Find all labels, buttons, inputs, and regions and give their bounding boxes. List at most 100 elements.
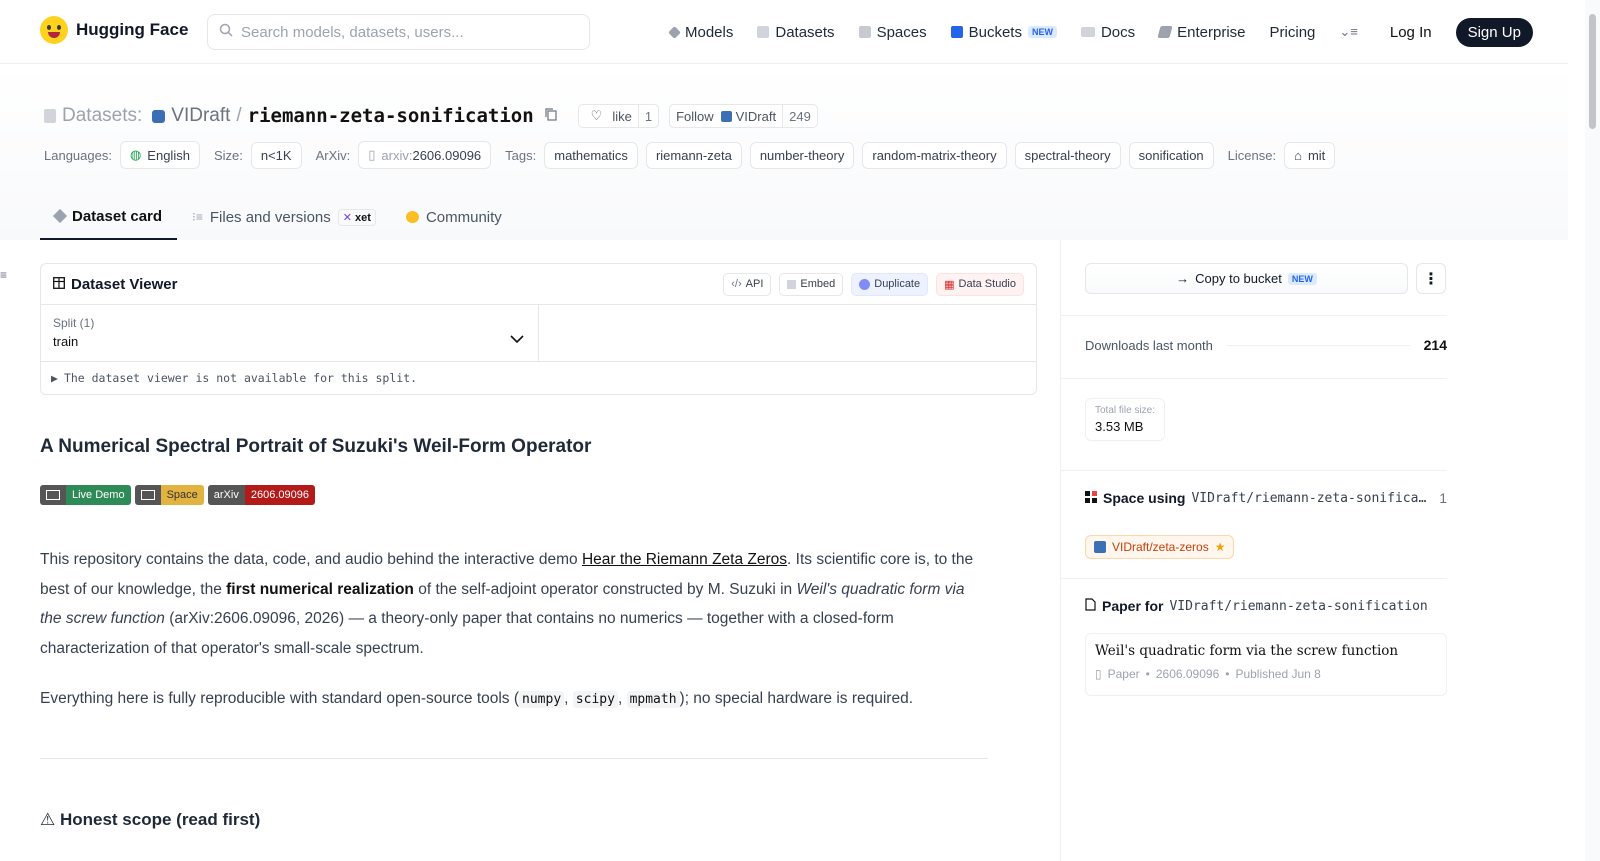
api-button[interactable]: ‹/› API: [723, 272, 772, 296]
data-studio-button[interactable]: ▦ Data Studio: [936, 272, 1024, 296]
size-value: n<1K: [260, 147, 292, 163]
tab-dataset-card-label: Dataset card: [72, 207, 163, 225]
demo-link[interactable]: Hear the Riemann Zeta Zeros: [582, 551, 787, 568]
kebab-menu-icon: ⋮: [1423, 270, 1439, 288]
space-badge[interactable]: Space: [134, 485, 204, 505]
nav-enterprise[interactable]: Enterprise: [1157, 24, 1246, 41]
search-box[interactable]: [207, 14, 590, 50]
license-label: License:: [1227, 147, 1277, 163]
data-studio-label: Data Studio: [958, 278, 1016, 290]
copy-icon[interactable]: [544, 105, 558, 127]
split-value: train: [53, 334, 79, 349]
tag-chip[interactable]: mathematics: [544, 141, 638, 169]
spaces-grid-icon: [1085, 490, 1097, 506]
breadcrumb-namespace[interactable]: VIDraft: [171, 105, 230, 127]
license-tag[interactable]: ⌂ mit: [1284, 141, 1336, 169]
models-icon: [668, 25, 681, 39]
arxiv-prefix: arxiv:: [381, 147, 413, 163]
viewer-unavailable-note[interactable]: ▶ The dataset viewer is not available fo…: [41, 362, 1036, 394]
arxiv-tag[interactable]: ▯ arxiv: 2606.09096: [358, 141, 492, 169]
p2-text-a: Everything here is fully reproducible wi…: [40, 690, 520, 707]
arxiv-badge[interactable]: arXiv 2606.09096: [207, 485, 315, 505]
tag-chip[interactable]: random-matrix-theory: [862, 141, 1007, 169]
duplicate-icon: [859, 278, 871, 290]
copy-to-bucket-button[interactable]: → Copy to bucket NEW: [1085, 263, 1408, 294]
buckets-icon: [950, 26, 963, 38]
code-scipy: scipy: [572, 691, 618, 708]
like-button[interactable]: ♡ like 1: [577, 104, 660, 128]
size-tag[interactable]: n<1K: [250, 141, 302, 169]
embed-button[interactable]: Embed: [779, 272, 844, 296]
reproducibility-paragraph: Everything here is fully reproducible wi…: [40, 684, 988, 715]
repo-header: Datasets: VIDraft / riemann-zeta-sonific…: [0, 64, 1568, 240]
nav-models[interactable]: Models: [668, 23, 734, 41]
nav-docs[interactable]: Docs: [1080, 24, 1135, 41]
sidebar-divider: [1061, 578, 1447, 579]
tag-chip[interactable]: number-theory: [749, 141, 855, 169]
nav-pricing[interactable]: Pricing: [1270, 24, 1316, 41]
duplicate-label: Duplicate: [874, 278, 921, 290]
duplicate-button[interactable]: Duplicate: [851, 272, 929, 296]
section-divider: [40, 758, 988, 759]
scrollbar-thumb[interactable]: [1589, 14, 1596, 129]
page-scrollbar[interactable]: [1585, 0, 1600, 861]
nav-models-label: Models: [685, 23, 734, 41]
search-input[interactable]: [241, 23, 561, 41]
repo-tabs: Dataset card ⁝≡ Files and versions ✕ xet C…: [40, 194, 517, 240]
card-title: A Numerical Spectral Portrait of Suzuki'…: [40, 436, 592, 457]
file-size-label: Total file size:: [1095, 405, 1156, 416]
nav-datasets[interactable]: Datasets: [757, 24, 835, 41]
follow-button[interactable]: Follow VIDraft 249: [669, 104, 818, 128]
space-icon: [140, 490, 155, 500]
tag-chip[interactable]: sonification: [1128, 141, 1214, 169]
sidebar-divider: [1061, 315, 1447, 316]
brand-logo[interactable]: Hugging Face: [40, 16, 188, 44]
nav-buckets[interactable]: Buckets NEW: [950, 24, 1057, 41]
viewer-header: Dataset Viewer ‹/› API Embed Duplicate ▦ D…: [41, 264, 1036, 305]
metadata-row: Languages: ◍ English Size: n<1K ArXiv: ▯ a…: [44, 141, 1336, 169]
space-avatar-icon: [1094, 541, 1106, 553]
p1-text-d: (arXiv:2606.09096, 2026) — a theory-only…: [40, 610, 894, 657]
paper-for-heading: Paper for VIDraft/riemann-zeta-sonificat…: [1085, 598, 1428, 614]
sidebar-divider: [1061, 378, 1447, 379]
tab-community[interactable]: Community: [391, 194, 517, 240]
tab-dataset-card[interactable]: Dataset card: [40, 194, 178, 240]
breadcrumb: Datasets: VIDraft / riemann-zeta-sonific…: [44, 104, 818, 128]
license-value: mit: [1307, 147, 1326, 163]
live-demo-icon: [46, 490, 60, 500]
star-icon: ★: [1214, 540, 1226, 554]
nav-spaces-label: Spaces: [876, 23, 927, 41]
license-icon: ⌂: [1294, 147, 1302, 163]
live-demo-badge[interactable]: Live Demo: [40, 485, 131, 505]
p2-sep-2: ,: [617, 690, 627, 707]
languages-label: Languages:: [44, 147, 112, 163]
p1-text-a: This repository contains the data, code,…: [40, 551, 582, 568]
dot-separator: •: [1225, 667, 1230, 681]
space-count: 1: [1439, 490, 1447, 506]
heart-icon: ♡: [590, 108, 603, 123]
language-tag[interactable]: ◍ English: [119, 141, 200, 169]
chevron-down-icon: [510, 331, 524, 349]
tab-files-label: Files and versions: [209, 208, 331, 226]
new-badge: NEW: [1027, 26, 1057, 38]
live-demo-label: Live Demo: [66, 485, 131, 505]
embed-label: Embed: [800, 278, 836, 290]
more-menu-button[interactable]: ⌄≡: [1339, 24, 1357, 40]
downloads-sparkline: [1226, 344, 1410, 346]
signup-button[interactable]: Sign Up: [1455, 17, 1533, 47]
tag-chip[interactable]: spectral-theory: [1014, 141, 1121, 169]
split-selector[interactable]: Split (1) train: [41, 305, 539, 361]
p1-text-c: of the self-adjoint operator constructed…: [413, 580, 797, 598]
login-button[interactable]: Log In: [1390, 24, 1432, 41]
breadcrumb-kind[interactable]: Datasets:: [62, 105, 142, 127]
repo-name[interactable]: riemann-zeta-sonification: [248, 105, 534, 127]
tag-chip[interactable]: riemann-zeta: [645, 141, 742, 169]
code-numpy: numpy: [519, 691, 565, 708]
nav-spaces[interactable]: Spaces: [858, 23, 927, 41]
space-chip-zeta-zeros[interactable]: VIDraft/zeta-zeros ★: [1085, 535, 1235, 559]
paper-kind: Paper: [1107, 667, 1140, 681]
tab-files[interactable]: ⁝≡ Files and versions ✕ xet: [177, 194, 391, 240]
paper-card[interactable]: Weil's quadratic form via the screw func…: [1085, 633, 1447, 696]
toc-toggle-icon[interactable]: ≡: [0, 268, 7, 282]
more-options-button[interactable]: ⋮: [1416, 263, 1446, 294]
